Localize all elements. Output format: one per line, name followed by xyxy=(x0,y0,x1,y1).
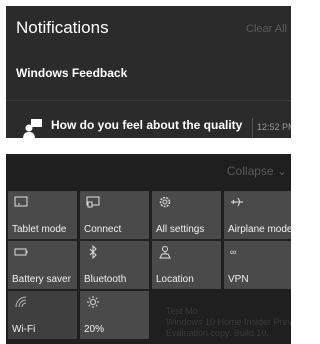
tile-label: Tablet mode xyxy=(12,224,67,235)
notification-item[interactable]: How do you feel about the quality 12:52 … xyxy=(6,108,291,138)
chevron-down-icon: ⌄ xyxy=(276,164,287,178)
tile-location[interactable]: Location xyxy=(152,241,221,289)
tile-battery-saver[interactable]: Battery saver xyxy=(8,241,77,289)
notification-separator xyxy=(252,118,253,138)
tile-label: Location xyxy=(156,274,194,285)
background-text: Test MoWindows 10 Home Insider PreviewEv… xyxy=(166,306,291,338)
collapse-button[interactable]: Collapse ⌄ xyxy=(227,164,287,178)
vpn-icon: ∞ xyxy=(230,245,244,259)
connect-icon xyxy=(86,195,100,209)
notification-app-name: Windows Feedback xyxy=(16,66,128,80)
tile-airplane-mode[interactable]: Airplane mode xyxy=(224,191,291,239)
tile-label: Connect xyxy=(84,224,122,235)
notification-text: How do you feel about the quality xyxy=(51,118,243,132)
tile-bluetooth[interactable]: Bluetooth xyxy=(80,241,149,289)
tile-tablet-mode[interactable]: Tablet mode xyxy=(8,191,77,239)
tile-connect[interactable]: Connect xyxy=(80,191,149,239)
clear-all-button[interactable]: Clear All xyxy=(246,23,287,35)
tile-label: VPN xyxy=(228,274,249,285)
divider xyxy=(6,100,291,101)
bluetooth-icon xyxy=(86,245,100,259)
gear-icon xyxy=(158,195,172,209)
tile-brightness[interactable]: 20% xyxy=(80,291,149,339)
location-icon xyxy=(158,245,172,259)
brightness-icon xyxy=(86,295,100,309)
feedback-person-icon xyxy=(22,118,44,138)
airplane-icon xyxy=(230,195,244,209)
tile-label: Battery saver xyxy=(12,274,71,285)
notification-time: 12:52 PM xyxy=(257,122,291,132)
tile-label: Bluetooth xyxy=(84,274,127,285)
svg-text:∞: ∞ xyxy=(230,247,236,257)
tile-all-settings[interactable]: All settings xyxy=(152,191,221,239)
wifi-icon xyxy=(14,295,28,309)
tile-label: Airplane mode xyxy=(228,224,291,235)
battery-icon xyxy=(14,245,28,259)
tile-wifi[interactable]: Wi-Fi xyxy=(8,291,77,339)
tablet-icon xyxy=(14,195,28,209)
collapse-label: Collapse xyxy=(226,164,274,178)
tile-label: 20% xyxy=(84,324,105,335)
tile-label: All settings xyxy=(156,224,205,235)
notifications-panel: Notifications Clear All Windows Feedback… xyxy=(6,6,291,138)
notifications-title: Notifications xyxy=(16,18,109,37)
tile-label: Wi-Fi xyxy=(12,324,36,335)
tile-vpn[interactable]: ∞ VPN xyxy=(224,241,291,289)
action-center: Collapse ⌄ Test Mo Windows 10 Home Inside… xyxy=(6,154,291,344)
